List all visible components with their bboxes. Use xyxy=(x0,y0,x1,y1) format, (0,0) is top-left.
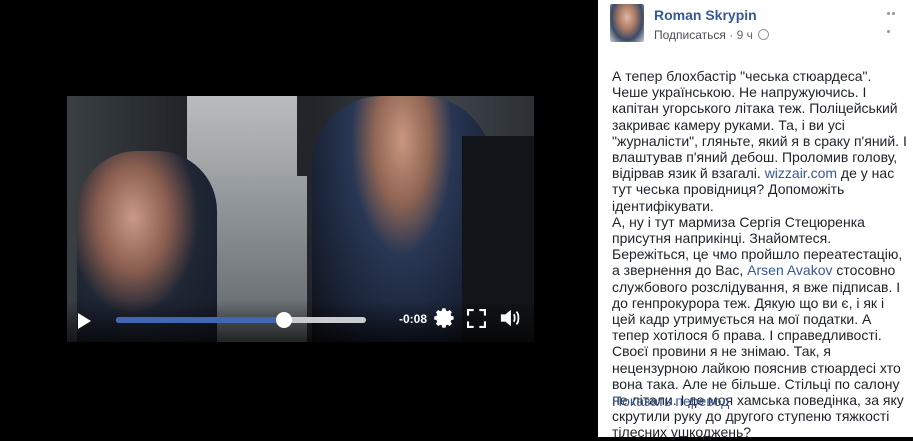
arsen-avakov-link[interactable]: Arsen Avakov xyxy=(747,262,832,278)
author-name[interactable]: Roman Skrypin xyxy=(654,7,757,23)
video-stage: -0:08 xyxy=(0,0,598,437)
gear-icon[interactable] xyxy=(433,307,455,329)
meta-separator: · xyxy=(729,28,734,42)
play-icon[interactable] xyxy=(78,313,91,329)
more-icon[interactable] xyxy=(887,12,901,33)
wizzair-link[interactable]: wizzair.com xyxy=(765,165,837,181)
follow-link[interactable]: Подписаться xyxy=(654,28,726,42)
globe-icon xyxy=(758,29,770,40)
video-progress-handle[interactable] xyxy=(275,312,292,328)
post-meta: Подписаться · 9 ч xyxy=(654,28,770,42)
post-timestamp[interactable]: 9 ч xyxy=(737,28,753,42)
video-progress-bar[interactable] xyxy=(116,312,366,328)
post-text-part-3: стосовно службового розслідування, я вже… xyxy=(612,262,904,441)
volume-icon[interactable] xyxy=(499,308,521,328)
post-panel: Roman Skrypin Подписаться · 9 ч А тепер … xyxy=(598,0,913,440)
show-translation-link[interactable]: Показать перевод xyxy=(612,393,729,409)
post-text: А тепер блохбастір "чеська стюардеса". Ч… xyxy=(612,68,909,441)
video-time-remaining: -0:08 xyxy=(399,312,428,326)
video-player[interactable]: -0:08 xyxy=(67,96,534,342)
video-progress-fill xyxy=(116,317,284,323)
fullscreen-icon[interactable] xyxy=(467,309,486,328)
avatar[interactable] xyxy=(610,4,644,42)
